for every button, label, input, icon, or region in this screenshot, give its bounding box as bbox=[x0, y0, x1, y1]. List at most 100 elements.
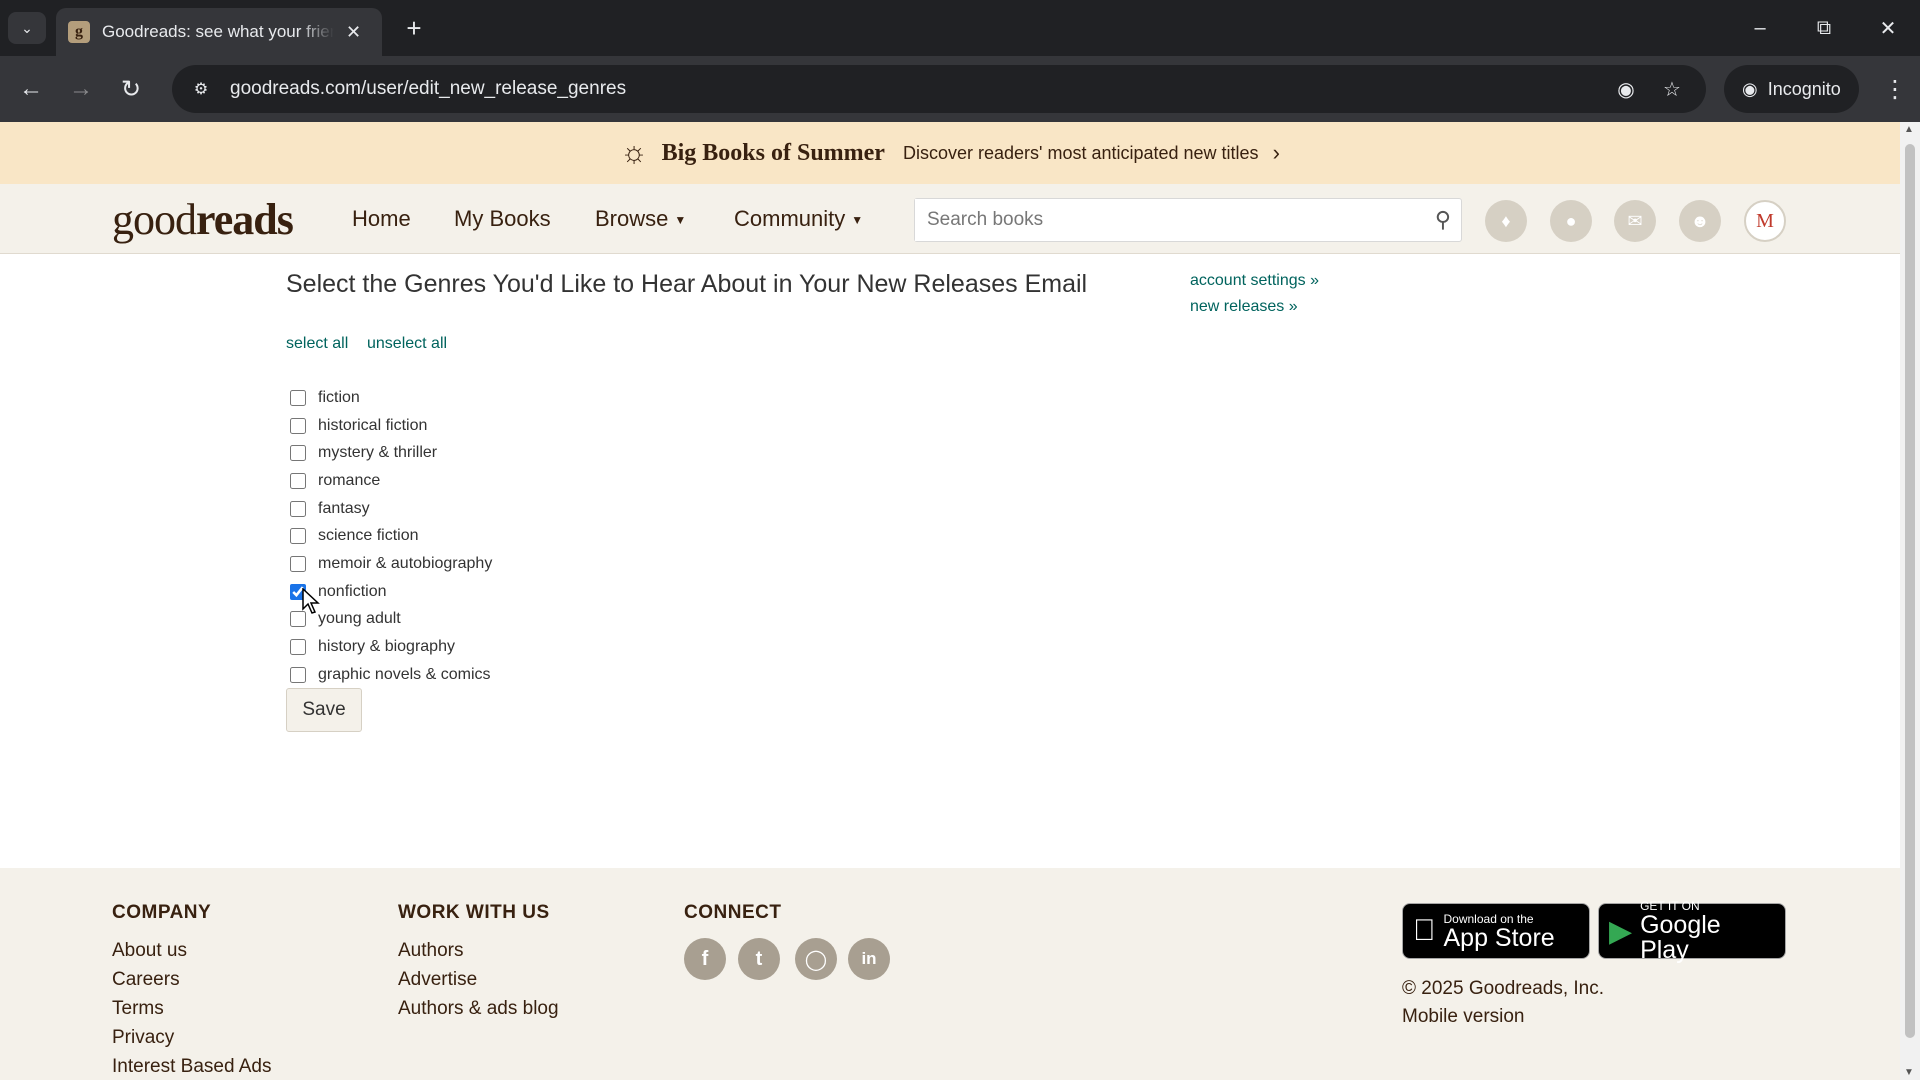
genre-label: memoir & autobiography bbox=[318, 554, 493, 572]
back-arrow-icon[interactable]: ← bbox=[12, 70, 50, 108]
footer-connect-heading: CONNECT bbox=[684, 902, 782, 923]
copyright-text: © 2025 Goodreads, Inc. bbox=[1402, 978, 1605, 999]
app-store-big: App Store bbox=[1421, 923, 1555, 952]
tab-search-chevron-icon[interactable]: ⌄ bbox=[8, 12, 46, 44]
genre-label: young adult bbox=[318, 610, 401, 628]
new-tab-plus-icon[interactable]: + bbox=[398, 12, 430, 44]
account-settings-link[interactable]: account settings » bbox=[1190, 272, 1319, 290]
notifications-bell-icon[interactable]: ♦ bbox=[1485, 200, 1527, 242]
incognito-icon: ◉ bbox=[1742, 78, 1758, 99]
footer-link-authors[interactable]: Authors bbox=[398, 940, 463, 962]
genre-checkbox[interactable] bbox=[290, 445, 306, 462]
instagram-icon[interactable]: ◯ bbox=[795, 938, 837, 980]
footer-link-terms[interactable]: Terms bbox=[112, 998, 164, 1020]
close-window-icon[interactable]: ✕ bbox=[1868, 10, 1908, 46]
promo-text: Discover readers' most anticipated new t… bbox=[902, 142, 1259, 163]
nav-home[interactable]: Home bbox=[352, 206, 411, 232]
genre-checkbox[interactable] bbox=[290, 389, 306, 406]
genre-option[interactable]: romance bbox=[290, 467, 492, 495]
reload-icon[interactable]: ↻ bbox=[112, 70, 150, 108]
footer-work-heading: WORK WITH US bbox=[398, 902, 550, 923]
app-store-badge[interactable]:  Download on theApp Store bbox=[1402, 903, 1590, 959]
mobile-version-link[interactable]: Mobile version bbox=[1402, 1006, 1525, 1028]
eye-off-icon[interactable]: ◉ bbox=[1612, 75, 1640, 103]
browser-tabstrip: ⌄ g Goodreads: see what your friends are… bbox=[0, 0, 1920, 56]
genre-option[interactable]: memoir & autobiography bbox=[290, 550, 492, 578]
scroll-down-arrow-icon[interactable]: ▼ bbox=[1904, 1067, 1914, 1078]
page-title: Select the Genres You'd Like to Hear Abo… bbox=[286, 270, 1088, 298]
scrollbar-thumb[interactable] bbox=[1905, 144, 1915, 1038]
nav-community-label: Community bbox=[734, 206, 846, 231]
genre-checkbox[interactable] bbox=[290, 528, 306, 545]
footer-link-careers[interactable]: Careers bbox=[112, 969, 180, 991]
genre-option[interactable]: graphic novels & comics bbox=[290, 661, 492, 689]
unselect-all-link[interactable]: unselect all bbox=[367, 335, 447, 353]
logo-bold: reads bbox=[196, 195, 294, 244]
genre-label: fantasy bbox=[318, 499, 370, 517]
footer-link-advertise[interactable]: Advertise bbox=[398, 969, 477, 991]
site-info-tune-icon[interactable]: ⚙ bbox=[188, 76, 214, 102]
tab-title: Goodreads: see what your friends are rea… bbox=[102, 22, 334, 41]
genre-label: nonfiction bbox=[318, 582, 387, 600]
genre-option[interactable]: history & biography bbox=[290, 633, 492, 661]
page-scrollbar[interactable]: ▲ ▼ bbox=[1900, 122, 1920, 1080]
bookmark-star-icon[interactable]: ☆ bbox=[1658, 75, 1686, 103]
nav-browse[interactable]: Browse ▼ bbox=[595, 206, 686, 232]
search-box: ⚲ bbox=[914, 198, 1462, 242]
genre-checkbox[interactable] bbox=[290, 666, 306, 683]
browser-tab-active[interactable]: g Goodreads: see what your friends are r… bbox=[56, 8, 382, 56]
genre-label: historical fiction bbox=[318, 416, 428, 434]
search-input[interactable] bbox=[915, 199, 1395, 241]
genre-checkbox[interactable] bbox=[290, 500, 306, 517]
genre-label: fiction bbox=[318, 388, 360, 406]
address-bar[interactable]: ⚙ goodreads.com/user/edit_new_release_ge… bbox=[172, 65, 1706, 113]
genre-checkbox[interactable] bbox=[290, 555, 306, 572]
forward-arrow-icon[interactable]: → bbox=[62, 70, 100, 108]
facebook-icon[interactable]: f bbox=[684, 938, 726, 980]
select-all-link[interactable]: select all bbox=[286, 335, 348, 353]
genre-option[interactable]: fiction bbox=[290, 384, 492, 412]
nav-my-books[interactable]: My Books bbox=[454, 206, 551, 232]
nav-community[interactable]: Community ▼ bbox=[734, 206, 863, 232]
genre-option[interactable]: science fiction bbox=[290, 522, 492, 550]
browser-menu-icon[interactable]: ⋮ bbox=[1876, 70, 1914, 108]
footer-link-ads-blog[interactable]: Authors & ads blog bbox=[398, 998, 559, 1020]
site-header: goodreads Home My Books Browse ▼ Communit… bbox=[0, 184, 1900, 254]
genre-option[interactable]: fantasy bbox=[290, 495, 492, 523]
apple-icon:  bbox=[1413, 914, 1436, 948]
linkedin-icon[interactable]: in bbox=[848, 938, 890, 980]
save-button[interactable]: Save bbox=[286, 688, 362, 732]
genre-option[interactable]: historical fiction bbox=[290, 412, 492, 440]
sun-book-icon: ☼ bbox=[620, 136, 648, 169]
discussions-chat-icon[interactable]: ● bbox=[1550, 200, 1592, 242]
google-play-badge[interactable]: ▶ GET IT ON Google Play bbox=[1598, 899, 1786, 963]
messages-envelope-icon[interactable]: ✉ bbox=[1614, 200, 1656, 242]
genre-option[interactable]: mystery & thriller bbox=[290, 439, 492, 467]
genre-checkbox[interactable] bbox=[290, 417, 306, 434]
genre-checkbox[interactable] bbox=[290, 472, 306, 489]
goodreads-logo[interactable]: goodreads bbox=[112, 194, 294, 245]
promo-banner[interactable]: ☼ Big Books of Summer Discover readers' … bbox=[0, 122, 1900, 184]
browser-toolbar: ← → ↻ ⚙ goodreads.com/user/edit_new_rele… bbox=[0, 56, 1920, 122]
footer-link-interest-ads[interactable]: Interest Based Ads bbox=[112, 1056, 272, 1078]
logo-light: good bbox=[112, 195, 197, 244]
profile-avatar[interactable]: M bbox=[1744, 200, 1786, 242]
chevron-right-icon: › bbox=[1272, 140, 1280, 165]
friends-person-icon[interactable]: ☻ bbox=[1679, 200, 1721, 242]
footer-company-heading: COMPANY bbox=[112, 902, 212, 923]
footer-link-privacy[interactable]: Privacy bbox=[112, 1027, 174, 1049]
new-releases-link[interactable]: new releases » bbox=[1190, 298, 1298, 316]
footer-link-about[interactable]: About us bbox=[112, 940, 187, 962]
incognito-indicator[interactable]: ◉ Incognito bbox=[1724, 65, 1859, 113]
minimize-window-icon[interactable]: – bbox=[1740, 10, 1780, 46]
url-text[interactable]: goodreads.com/user/edit_new_release_genr… bbox=[230, 78, 626, 100]
tab-close-icon[interactable]: ✕ bbox=[346, 22, 361, 43]
scroll-up-arrow-icon[interactable]: ▲ bbox=[1904, 124, 1914, 135]
search-icon[interactable]: ⚲ bbox=[1435, 207, 1451, 233]
genre-label: history & biography bbox=[318, 638, 455, 656]
goodreads-favicon-icon: g bbox=[68, 21, 90, 43]
genre-checkbox[interactable] bbox=[290, 639, 306, 656]
twitter-icon[interactable]: t bbox=[738, 938, 780, 980]
webpage: ☼ Big Books of Summer Discover readers' … bbox=[0, 122, 1900, 1080]
restore-window-icon[interactable]: ⧉ bbox=[1804, 10, 1844, 46]
